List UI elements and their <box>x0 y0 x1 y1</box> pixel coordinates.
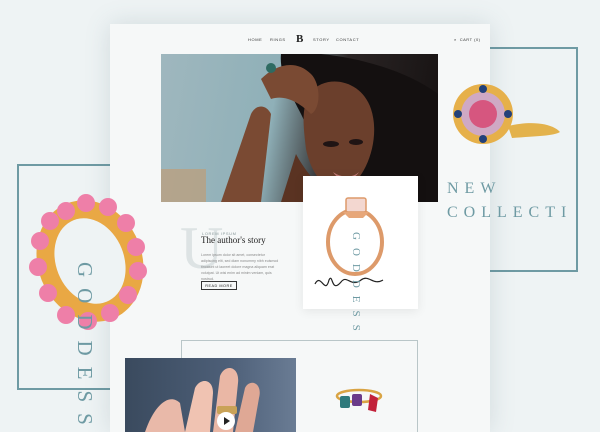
top-navigation: HOME RINGS B STORY CONTACT ⌕ CART (0) <box>110 32 490 48</box>
cart-link[interactable]: ⌕ CART (0) <box>454 37 481 42</box>
hand-illustration <box>145 367 260 432</box>
vertical-goddess-text: GODDESS <box>73 262 97 432</box>
nav-home[interactable]: HOME <box>248 37 262 42</box>
new-collection-heading: NEW COLLECTI <box>447 177 572 225</box>
website-mockup: HOME RINGS B STORY CONTACT ⌕ CART (0) U L… <box>110 24 490 432</box>
new-collection-line1: NEW <box>447 180 502 197</box>
read-more-button[interactable]: READ MORE <box>201 281 237 290</box>
nav-contact[interactable]: CONTACT <box>336 37 359 42</box>
cart-label[interactable]: CART (0) <box>460 37 481 42</box>
play-video-button[interactable] <box>217 412 235 430</box>
vertical-goddess-text-small: GODDESS <box>350 232 362 339</box>
halo-ring-illustration <box>453 84 560 144</box>
nav-story[interactable]: STORY <box>313 37 330 42</box>
hand-ring-photo <box>125 358 296 432</box>
story-body: Lorem ipsum dolor sit amet, consectetur … <box>201 253 279 281</box>
new-collection-line2: COLLECTI <box>447 204 573 221</box>
play-icon[interactable] <box>224 417 230 425</box>
gemstone-ring-illustration <box>335 388 383 412</box>
story-title: The author's story <box>201 235 266 245</box>
nav-rings[interactable]: RINGS <box>270 37 286 42</box>
brand-logo[interactable]: B <box>296 33 303 45</box>
search-icon[interactable]: ⌕ <box>454 37 457 42</box>
